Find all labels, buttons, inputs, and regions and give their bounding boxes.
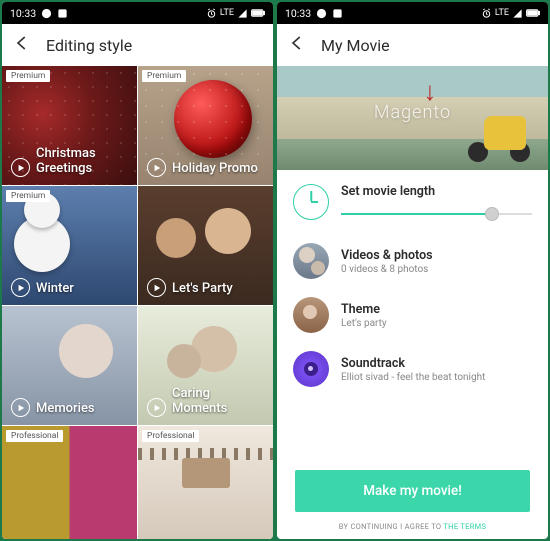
- tile-label: Caring Moments: [172, 387, 264, 417]
- preview-caption: Magento: [374, 102, 451, 123]
- style-tile-holiday[interactable]: Premium Holiday Promo: [138, 66, 273, 185]
- alarm-icon: [481, 8, 492, 19]
- sound-sub: Elliot sivad - feel the beat tonight: [341, 372, 532, 383]
- statusbar: 10:33 LTE: [2, 2, 273, 24]
- style-tile-pro2[interactable]: Professional: [138, 426, 273, 539]
- media-title: Videos & photos: [341, 248, 532, 263]
- status-network: LTE: [495, 8, 509, 18]
- setting-media[interactable]: Videos & photos 0 videos & 8 photos: [277, 234, 548, 288]
- premium-badge: Premium: [142, 70, 186, 82]
- style-tile-pro1[interactable]: Professional: [2, 426, 137, 539]
- soundtrack-icon: [293, 351, 329, 387]
- sound-title: Soundtrack: [341, 356, 532, 371]
- chat-icon: [41, 8, 52, 19]
- appbar: My Movie: [277, 24, 548, 66]
- premium-badge: Premium: [6, 190, 50, 202]
- length-title: Set movie length: [341, 184, 532, 199]
- media-sub: 0 videos & 8 photos: [341, 264, 532, 275]
- page-title: Editing style: [46, 36, 132, 55]
- tile-label: Holiday Promo: [172, 162, 258, 177]
- length-slider[interactable]: [341, 204, 532, 224]
- scooter-icon: [466, 94, 536, 164]
- play-icon: [11, 158, 30, 177]
- setting-theme[interactable]: Theme Let's party: [277, 288, 548, 342]
- tile-label: Memories: [36, 402, 95, 417]
- terms-text: BY CONTINUING I AGREE TO THE TERMS: [277, 522, 548, 539]
- battery-icon: [251, 8, 265, 18]
- media-icon: [293, 243, 329, 279]
- terms-link[interactable]: THE TERMS: [443, 522, 486, 531]
- status-time: 10:33: [285, 7, 311, 20]
- back-button[interactable]: [287, 34, 305, 56]
- style-tile-party[interactable]: Let's Party: [138, 186, 273, 305]
- tile-label: Winter: [36, 282, 74, 297]
- signal-icon: [512, 8, 523, 19]
- phone-my-movie: 10:33 LTE My Movie ↓ Magento Set m: [277, 2, 548, 539]
- signal-icon: [237, 8, 248, 19]
- play-icon: [147, 398, 166, 417]
- professional-badge: Professional: [6, 430, 63, 442]
- play-icon: [11, 398, 30, 417]
- play-icon: [147, 278, 166, 297]
- statusbar: 10:33 LTE: [277, 2, 548, 24]
- theme-icon: [293, 297, 329, 333]
- movie-preview[interactable]: ↓ Magento: [277, 66, 548, 170]
- status-time: 10:33: [10, 7, 36, 20]
- app-icon: [332, 8, 343, 19]
- tile-label: Let's Party: [172, 282, 233, 297]
- professional-badge: Professional: [142, 430, 199, 442]
- premium-badge: Premium: [6, 70, 50, 82]
- back-button[interactable]: [12, 34, 30, 56]
- status-network: LTE: [220, 8, 234, 18]
- page-title: My Movie: [321, 36, 390, 55]
- phone-editing-style: 10:33 LTE Editing style Premium Christma…: [2, 2, 273, 539]
- play-icon: [11, 278, 30, 297]
- appbar: Editing style: [2, 24, 273, 66]
- style-grid: Premium Christmas Greetings Premium Holi…: [2, 66, 273, 539]
- style-tile-caring[interactable]: Caring Moments: [138, 306, 273, 425]
- make-movie-button[interactable]: Make my movie!: [295, 470, 530, 512]
- chat-icon: [316, 8, 327, 19]
- play-icon: [147, 158, 166, 177]
- clock-icon: [293, 184, 329, 220]
- tile-label: Christmas Greetings: [36, 147, 128, 177]
- style-tile-memories[interactable]: Memories: [2, 306, 137, 425]
- setting-soundtrack[interactable]: Soundtrack Elliot sivad - feel the beat …: [277, 342, 548, 396]
- theme-sub: Let's party: [341, 318, 532, 329]
- theme-title: Theme: [341, 302, 532, 317]
- style-tile-christmas[interactable]: Premium Christmas Greetings: [2, 66, 137, 185]
- alarm-icon: [206, 8, 217, 19]
- style-tile-winter[interactable]: Premium Winter: [2, 186, 137, 305]
- setting-length[interactable]: Set movie length: [277, 170, 548, 234]
- battery-icon: [526, 8, 540, 18]
- app-icon: [57, 8, 68, 19]
